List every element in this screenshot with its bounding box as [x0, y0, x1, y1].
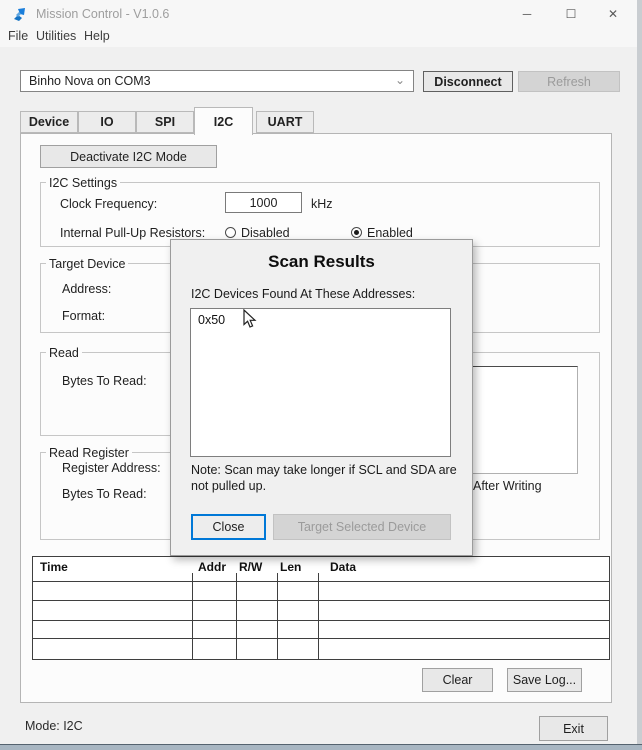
minimize-button[interactable]: ─: [514, 3, 540, 24]
clock-frequency-input[interactable]: 1000: [225, 192, 302, 213]
i2c-settings-title: I2C Settings: [46, 176, 120, 190]
khz-label: kHz: [311, 197, 333, 211]
tab-i2c-label: I2C: [214, 115, 233, 129]
exit-button[interactable]: Exit: [539, 716, 608, 741]
device-list[interactable]: 0x50: [190, 308, 451, 457]
table-row-line: [32, 638, 610, 639]
tab-uart-label: UART: [268, 115, 303, 129]
window-edge: [0, 744, 642, 750]
refresh-button[interactable]: Refresh: [518, 71, 620, 92]
pullup-disabled-label: Disabled: [241, 226, 290, 240]
col-len: Len: [280, 560, 301, 574]
save-log-label: Save Log...: [513, 673, 576, 687]
device-select-value: Binho Nova on COM3: [29, 74, 151, 88]
minimize-icon: ─: [523, 7, 532, 21]
window-title: Mission Control - V1.0.6: [36, 7, 169, 21]
col-rw: R/W: [239, 560, 262, 574]
pullup-enabled-label: Enabled: [367, 226, 413, 240]
pullup-label: Internal Pull-Up Resistors:: [60, 226, 205, 240]
log-table: [32, 556, 610, 660]
address-label: Address:: [62, 282, 111, 296]
tab-io-label: IO: [100, 115, 113, 129]
tab-device[interactable]: Device: [20, 111, 78, 133]
menu-file[interactable]: File: [8, 29, 28, 43]
mouse-cursor-icon: [243, 309, 257, 329]
pullup-disabled-radio[interactable]: [225, 227, 236, 238]
table-divider: [318, 573, 319, 659]
target-device-title: Target Device: [46, 257, 128, 271]
scan-results-dialog: Scan Results I2C Devices Found At These …: [170, 239, 473, 556]
col-addr: Addr: [198, 560, 226, 574]
table-row-line: [32, 600, 610, 601]
pullup-enabled-radio[interactable]: [351, 227, 362, 238]
deactivate-i2c-label: Deactivate I2C Mode: [70, 150, 187, 164]
write-data-area[interactable]: [466, 366, 578, 474]
exit-label: Exit: [563, 722, 584, 736]
menu-utilities[interactable]: Utilities: [36, 29, 76, 43]
app-window: Mission Control - V1.0.6 ─ ☐ ✕ File Util…: [0, 0, 642, 750]
read-title: Read: [46, 346, 82, 360]
clock-frequency-label: Clock Frequency:: [60, 197, 157, 211]
read-register-title: Read Register: [46, 446, 132, 460]
table-row-line: [32, 581, 610, 582]
table-divider: [236, 573, 237, 659]
close-icon: ✕: [608, 7, 618, 21]
status-mode: Mode: I2C: [25, 719, 83, 733]
deactivate-i2c-button[interactable]: Deactivate I2C Mode: [40, 145, 217, 168]
table-divider: [192, 573, 193, 659]
clear-button[interactable]: Clear: [422, 668, 493, 692]
tab-device-label: Device: [29, 115, 69, 129]
register-address-label: Register Address:: [62, 461, 161, 475]
refresh-label: Refresh: [547, 75, 591, 89]
clock-frequency-value: 1000: [250, 196, 278, 210]
save-log-button[interactable]: Save Log...: [507, 668, 582, 692]
col-data: Data: [330, 560, 356, 574]
table-row-line: [32, 620, 610, 621]
chevron-down-icon: ⌄: [395, 73, 405, 87]
tab-io[interactable]: IO: [78, 111, 136, 133]
disconnect-label: Disconnect: [434, 75, 501, 89]
dialog-subtitle: I2C Devices Found At These Addresses:: [191, 287, 415, 301]
maximize-button[interactable]: ☐: [558, 3, 584, 24]
dialog-note: Note: Scan may take longer if SCL and SD…: [191, 462, 467, 494]
menu-bar: File Utilities Help: [0, 27, 637, 47]
app-logo-icon: [12, 6, 28, 22]
table-divider: [277, 573, 278, 659]
tab-spi[interactable]: SPI: [136, 111, 194, 133]
target-selected-device-button[interactable]: Target Selected Device: [273, 514, 451, 540]
dialog-title: Scan Results: [171, 252, 472, 272]
after-writing-label: After Writing: [473, 479, 542, 493]
format-label: Format:: [62, 309, 105, 323]
device-select[interactable]: Binho Nova on COM3 ⌄: [20, 70, 414, 92]
close-button[interactable]: ✕: [600, 3, 626, 24]
device-list-item[interactable]: 0x50: [191, 309, 450, 327]
tab-i2c[interactable]: I2C: [194, 107, 253, 135]
target-selected-device-label: Target Selected Device: [298, 520, 427, 534]
read-bytes-label: Bytes To Read:: [62, 374, 147, 388]
window-edge: [637, 0, 642, 750]
maximize-icon: ☐: [566, 7, 577, 21]
tab-spi-label: SPI: [155, 115, 175, 129]
tab-uart[interactable]: UART: [256, 111, 314, 133]
clear-label: Clear: [443, 673, 473, 687]
dialog-close-label: Close: [213, 520, 245, 534]
menu-help[interactable]: Help: [84, 29, 110, 43]
dialog-close-button[interactable]: Close: [191, 514, 266, 540]
read-register-bytes-label: Bytes To Read:: [62, 487, 147, 501]
col-time: Time: [40, 560, 68, 574]
title-bar: Mission Control - V1.0.6 ─ ☐ ✕: [0, 0, 637, 27]
disconnect-button[interactable]: Disconnect: [423, 71, 513, 92]
